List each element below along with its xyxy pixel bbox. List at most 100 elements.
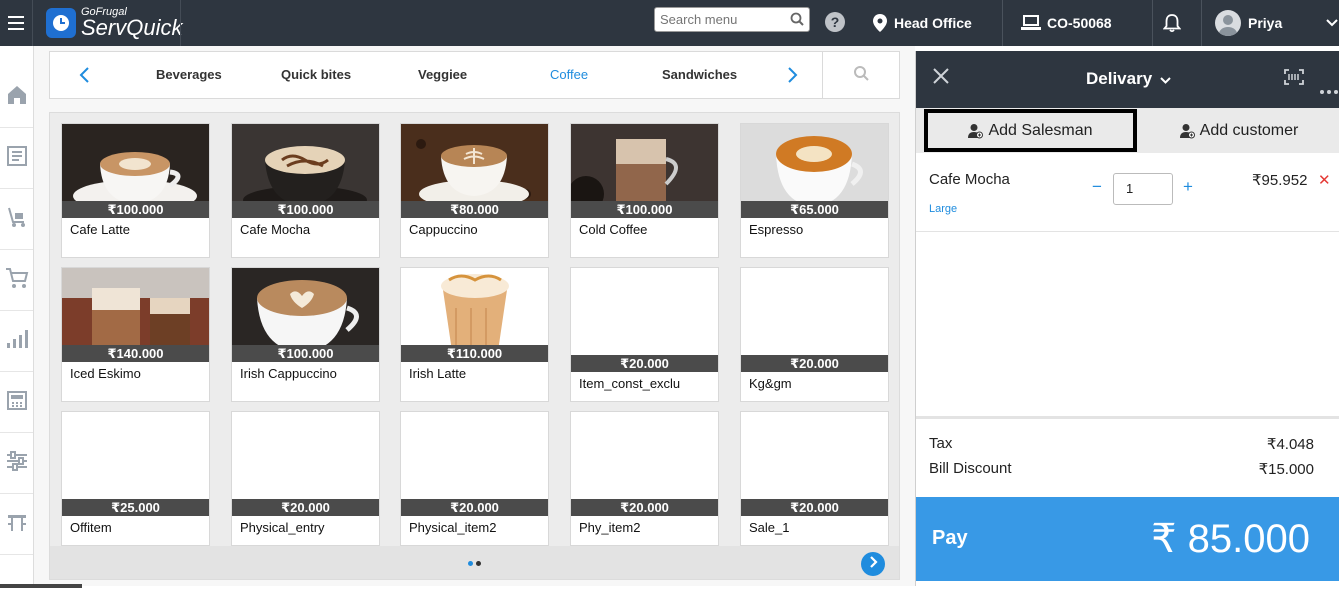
order-actions: Add Salesman Add customer [916, 108, 1339, 153]
order-mode-dropdown[interactable]: Delivary [1086, 69, 1171, 89]
product-card[interactable]: ₹80.000 Cappuccino [400, 123, 549, 258]
nav-reports[interactable] [0, 312, 33, 372]
barcode-scan-icon[interactable] [1284, 69, 1304, 90]
page-dot[interactable] [476, 561, 481, 566]
chevron-left-icon[interactable] [78, 64, 90, 90]
product-name: Cafe Mocha [240, 222, 311, 237]
location-pin-icon [873, 14, 887, 32]
nav-tables[interactable] [0, 495, 33, 555]
product-card[interactable]: ₹20.000 Item_const_exclu [570, 267, 719, 402]
product-price: ₹80.000 [401, 201, 548, 218]
clock-icon [46, 8, 76, 38]
next-page-button[interactable] [861, 552, 885, 576]
product-name: Item_const_exclu [579, 376, 681, 391]
product-card[interactable]: ₹20.000 Sale_1 [740, 411, 889, 546]
help-icon[interactable]: ? [825, 12, 845, 32]
tab-coffee[interactable]: Coffee [550, 67, 588, 82]
nav-orders[interactable] [0, 129, 33, 189]
menu-icon[interactable] [0, 0, 33, 46]
tab-veggiee[interactable]: Veggiee [418, 67, 467, 82]
product-price: ₹100.000 [232, 345, 379, 362]
product-price: ₹20.000 [741, 355, 888, 372]
product-name: Espresso [749, 222, 804, 237]
product-name: Physical_item2 [409, 520, 497, 535]
notifications-button[interactable] [1163, 0, 1181, 46]
user-add-icon [1179, 123, 1195, 139]
category-search-button[interactable] [822, 52, 899, 98]
register-icon [6, 389, 28, 416]
nav-home[interactable] [0, 68, 33, 128]
product-name: Irish Cappuccino [240, 366, 337, 381]
product-card[interactable]: ₹20.000 Kg&gm [740, 267, 889, 402]
close-icon[interactable] [932, 67, 950, 90]
user-name: Priya [1248, 15, 1283, 31]
app-logo: GoFrugal ServQuick [46, 4, 182, 42]
product-price: ₹100.000 [62, 201, 209, 218]
product-name: Physical_entry [240, 520, 325, 535]
product-price: ₹100.000 [571, 201, 718, 218]
product-card[interactable]: ₹65.000 Espresso [740, 123, 889, 258]
increase-quantity-button[interactable]: + [1183, 177, 1193, 197]
product-card[interactable]: ₹110.000 Irish Latte [400, 267, 549, 402]
product-card[interactable]: ₹20.000 Physical_item2 [400, 411, 549, 546]
nav-delivery[interactable] [0, 190, 33, 250]
tab-sandwiches[interactable]: Sandwiches [662, 67, 737, 82]
product-price: ₹140.000 [62, 345, 209, 362]
product-price: ₹20.000 [741, 499, 888, 516]
add-customer-button[interactable]: Add customer [1138, 109, 1339, 152]
tab-quick-bites[interactable]: Quick bites [281, 67, 351, 82]
product-name: Cafe Latte [70, 222, 130, 237]
order-panel: Delivary Add Salesman Add customer Cafe … [915, 51, 1339, 586]
line-item-price: ₹95.952 [1252, 172, 1308, 189]
page-indicator [50, 546, 899, 579]
discount-row: Bill Discount ₹15.000 [929, 460, 1314, 478]
nav-billing[interactable] [0, 373, 33, 433]
orders-icon [6, 145, 28, 172]
add-salesman-label: Add Salesman [988, 121, 1093, 139]
nav-settings[interactable] [0, 434, 33, 494]
line-item-variant[interactable]: Large [929, 203, 957, 215]
product-name: Phy_item2 [579, 520, 641, 535]
page-dot-active[interactable] [468, 561, 473, 566]
location-selector[interactable]: Head Office [873, 0, 972, 46]
more-options-icon[interactable] [1320, 81, 1338, 99]
order-summary: Tax ₹4.048 Bill Discount ₹15.000 [916, 416, 1339, 497]
chevron-right-icon[interactable] [787, 64, 799, 90]
avatar [1215, 10, 1241, 36]
pay-button[interactable]: Pay ₹ 85.000 [916, 497, 1339, 581]
product-card[interactable]: ₹100.000 Cold Coffee [570, 123, 719, 258]
chevron-down-icon [1160, 77, 1171, 84]
user-add-icon [968, 123, 984, 139]
decrease-quantity-button[interactable]: − [1092, 177, 1102, 197]
search-icon [853, 65, 869, 86]
home-icon [6, 85, 28, 110]
remove-item-icon[interactable]: ✕ [1318, 171, 1331, 189]
product-price: ₹20.000 [571, 499, 718, 516]
product-card[interactable]: ₹100.000 Cafe Latte [61, 123, 210, 258]
category-tabs: Beverages Quick bites Veggiee Coffee San… [49, 51, 900, 99]
line-item-name: Cafe Mocha [929, 171, 1010, 188]
search-input[interactable] [655, 8, 781, 31]
tab-beverages[interactable]: Beverages [156, 67, 222, 82]
nav-cart[interactable] [0, 251, 33, 311]
sliders-icon [6, 451, 28, 476]
product-card[interactable]: ₹25.000 Offitem [61, 411, 210, 546]
product-card[interactable]: ₹100.000 Cafe Mocha [231, 123, 380, 258]
product-card[interactable]: ₹100.000 Irish Cappuccino [231, 267, 380, 402]
add-salesman-button[interactable]: Add Salesman [924, 109, 1137, 152]
pay-amount: ₹ 85.000 [1151, 517, 1310, 561]
discount-value: ₹15.000 [1258, 461, 1314, 478]
quantity-input[interactable]: 1 [1113, 173, 1173, 205]
user-menu[interactable]: Priya [1215, 0, 1338, 46]
product-card[interactable]: ₹140.000 Iced Eskimo [61, 267, 210, 402]
chevron-down-icon[interactable] [1326, 19, 1338, 27]
product-card[interactable]: ₹20.000 Phy_item2 [570, 411, 719, 546]
product-name: Cappuccino [409, 222, 478, 237]
search-menu[interactable] [654, 7, 810, 32]
product-card[interactable]: ₹20.000 Physical_entry [231, 411, 380, 546]
table-icon [6, 512, 28, 537]
bell-icon[interactable] [1163, 13, 1181, 33]
device-selector[interactable]: CO-50068 [1021, 0, 1112, 46]
search-icon[interactable] [790, 12, 804, 31]
top-bar: GoFrugal ServQuick ? Head Office CO-5006… [0, 0, 1339, 46]
